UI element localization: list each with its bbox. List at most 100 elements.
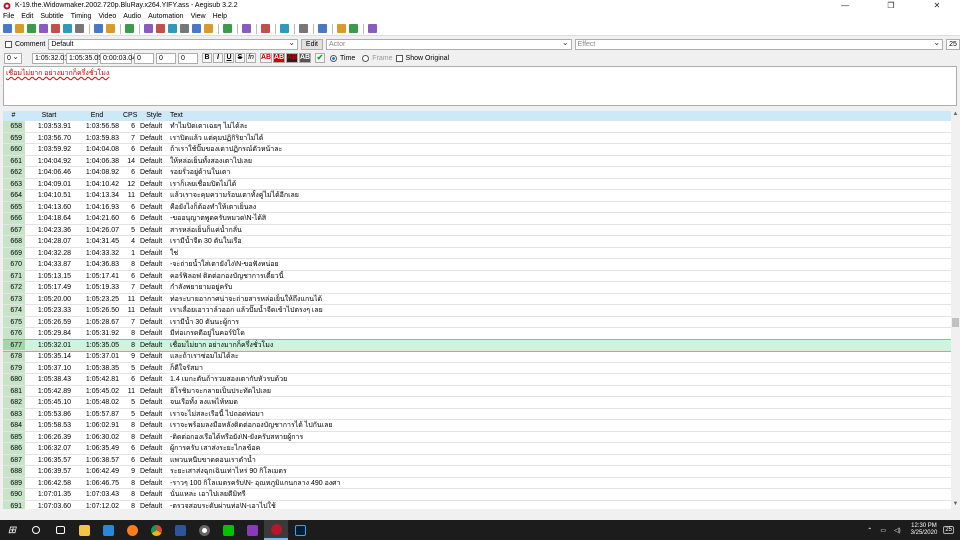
scroll-up-arrow-icon[interactable]: ▲ xyxy=(951,111,960,119)
resample-icon[interactable] xyxy=(180,24,189,33)
italic-button[interactable]: I xyxy=(213,53,223,63)
volume-icon[interactable]: ◁) xyxy=(894,527,901,534)
actor-combobox[interactable]: Actor xyxy=(325,38,572,50)
table-row[interactable]: 687 1:06:35.57 1:06:38.57 6 Default แพวนหนีบข… xyxy=(3,454,951,466)
timing-postprocessor-icon[interactable] xyxy=(192,24,201,33)
primary-color-button[interactable]: AB xyxy=(260,53,272,63)
duration-field[interactable]: 0:00:03.04 xyxy=(100,52,136,64)
find-icon[interactable] xyxy=(94,24,103,33)
line-icon[interactable] xyxy=(216,520,240,540)
save-file-icon[interactable] xyxy=(27,24,36,33)
table-row[interactable]: 663 1:04:09.01 1:04:10.42 12 Default เราก็เลย… xyxy=(3,178,951,190)
jump-to-icon[interactable] xyxy=(125,24,134,33)
start-time-field[interactable]: 1:05:32.01 xyxy=(32,52,68,64)
table-row[interactable]: 662 1:04:06.46 1:04:08.92 6 Default รอยรั่วอย… xyxy=(3,167,951,179)
minimize-button[interactable]: — xyxy=(822,0,868,11)
table-row[interactable]: 678 1:05:35.14 1:05:37.01 9 Default และถ้าเรา… xyxy=(3,351,951,363)
mail-icon[interactable] xyxy=(96,520,120,540)
tray-chevron-icon[interactable]: ⌃ xyxy=(867,527,872,534)
menu-edit[interactable]: Edit xyxy=(21,13,33,20)
attachments-icon[interactable] xyxy=(63,24,72,33)
find-replace-icon[interactable] xyxy=(106,24,115,33)
save-as-icon[interactable] xyxy=(39,24,48,33)
table-row[interactable]: 680 1:05:38.43 1:05:42.81 6 Default 1.4 เมกะต… xyxy=(3,374,951,386)
options-icon[interactable] xyxy=(368,24,377,33)
table-row[interactable]: 684 1:05:58.53 1:06:02.91 8 Default เราจะพร้อ… xyxy=(3,420,951,432)
task-view-icon[interactable] xyxy=(48,520,72,540)
table-row[interactable]: 685 1:06:26.39 1:06:30.02 8 Default -ติดต่อกอ… xyxy=(3,431,951,443)
table-row[interactable]: 666 1:04:18.64 1:04:21.60 6 Default -ขออนุญาต… xyxy=(3,213,951,225)
search-icon[interactable] xyxy=(24,520,48,540)
table-row[interactable]: 660 1:03:59.92 1:04:04.08 6 Default ถ้าเราใช้… xyxy=(3,144,951,156)
styling-assistant-icon[interactable] xyxy=(156,24,165,33)
spell-check-icon[interactable] xyxy=(242,24,251,33)
fonts-icon[interactable] xyxy=(261,24,270,33)
table-row[interactable]: 661 1:04:04.92 1:04:06.38 14 Default ให้หล่อเ… xyxy=(3,155,951,167)
table-row[interactable]: 674 1:05:23.33 1:05:26.50 11 Default เราเลื่อ… xyxy=(3,305,951,317)
outline-color-button[interactable]: AB xyxy=(286,53,298,63)
vpn-icon[interactable] xyxy=(240,520,264,540)
frame-radio[interactable] xyxy=(362,54,370,62)
maximize-button[interactable]: ❐ xyxy=(868,0,914,11)
properties-icon[interactable] xyxy=(51,24,60,33)
table-row[interactable]: 677 1:05:32.01 1:05:35.05 8 Default เชื่อมไม่… xyxy=(3,338,951,352)
shadow-color-button[interactable]: AB xyxy=(299,53,311,63)
table-row[interactable]: 670 1:04:33.87 1:04:36.83 8 Default -จะถ่ายน้… xyxy=(3,259,951,271)
automation-icon[interactable] xyxy=(337,24,346,33)
table-row[interactable]: 688 1:06:39.57 1:06:42.49 9 Default ระยะเสาส่… xyxy=(3,466,951,478)
menu-view[interactable]: View xyxy=(191,13,206,20)
network-icon[interactable]: ▭ xyxy=(880,527,886,534)
close-button[interactable]: ✕ xyxy=(914,0,960,11)
keyframes-icon[interactable] xyxy=(318,24,327,33)
end-time-field[interactable]: 1:05:35.05 xyxy=(66,52,102,64)
menu-file[interactable]: File xyxy=(3,13,14,20)
chrome-icon-2[interactable] xyxy=(192,520,216,540)
layer-spinner[interactable]: 0 xyxy=(4,52,22,64)
aegisub-icon[interactable] xyxy=(264,520,288,540)
table-row[interactable]: 672 1:05:17.49 1:05:19.33 7 Default กำลังพยาย… xyxy=(3,282,951,294)
fonts-collector-icon[interactable] xyxy=(75,24,84,33)
table-row[interactable]: 668 1:04:28.07 1:04:31.45 4 Default เรามีน้ำจ… xyxy=(3,236,951,248)
table-row[interactable]: 681 1:05:42.89 1:05:45.02 11 Default ฮิโรชิมา… xyxy=(3,385,951,397)
table-row[interactable]: 659 1:03:56.70 1:03:59.83 7 Default เราปิดแล้… xyxy=(3,132,951,144)
time-radio[interactable] xyxy=(330,54,337,62)
clock[interactable]: 12:30 PM 3/25/2020 xyxy=(911,523,938,537)
chrome-icon[interactable] xyxy=(144,520,168,540)
details-icon[interactable] xyxy=(299,24,308,33)
translation-assistant-icon[interactable] xyxy=(168,24,177,33)
paste-over-icon[interactable] xyxy=(223,24,232,33)
table-row[interactable]: 664 1:04:10.51 1:04:13.34 11 Default แล้วเราจ… xyxy=(3,190,951,202)
table-row[interactable]: 665 1:04:13.60 1:04:16.93 6 Default คือยังไงก… xyxy=(3,201,951,213)
margin-vertical-field[interactable]: 0 xyxy=(178,52,198,64)
effect-combobox[interactable]: Effect xyxy=(574,38,944,50)
scroll-down-arrow-icon[interactable]: ▼ xyxy=(951,501,960,509)
subtitle-grid[interactable]: # Start End CPS Style Text 658 1:03:53.91… xyxy=(3,111,951,509)
margin-right-field[interactable]: 0 xyxy=(156,52,176,64)
underline-button[interactable]: U xyxy=(224,53,234,63)
firefox-icon[interactable] xyxy=(120,520,144,540)
video-icon[interactable] xyxy=(280,24,289,33)
margin-left-field[interactable]: 0 xyxy=(134,52,154,64)
edit-style-button[interactable]: Edit xyxy=(300,38,323,50)
secondary-color-button[interactable]: AB xyxy=(273,53,285,63)
bold-button[interactable]: B xyxy=(202,53,212,63)
table-row[interactable]: 690 1:07:01.35 1:07:03.43 8 Default นั่นแหละ … xyxy=(3,489,951,501)
table-row[interactable]: 669 1:04:32.28 1:04:33.32 1 Default ใช่ xyxy=(3,247,951,259)
table-row[interactable]: 671 1:05:13.15 1:05:17.41 6 Default คอร์ฟิลอฟ… xyxy=(3,270,951,282)
subtitle-text-editor[interactable]: เชื่อมไม่ยาก อย่างมากก็ครึ่งชั่วโมง xyxy=(3,66,957,106)
photoshop-icon[interactable] xyxy=(288,520,312,540)
style-dropdown[interactable]: Default xyxy=(48,38,298,50)
start-icon[interactable]: ⊞ xyxy=(0,520,24,540)
menu-video[interactable]: Video xyxy=(98,13,116,20)
strikeout-button[interactable]: S xyxy=(235,53,245,63)
notification-badge[interactable]: 25 xyxy=(943,526,954,534)
file-explorer-icon[interactable] xyxy=(72,520,96,540)
table-row[interactable]: 686 1:06:32.07 1:06:35.49 6 Default ผู้การครั… xyxy=(3,443,951,455)
table-row[interactable]: 689 1:06:42.58 1:06:46.75 8 Default -ราวๆ 100… xyxy=(3,477,951,489)
menu-audio[interactable]: Audio xyxy=(123,13,141,20)
scrollbar-thumb[interactable] xyxy=(952,318,959,327)
table-row[interactable]: 682 1:05:45.10 1:05:48.02 5 Default จนเรือทั้… xyxy=(3,397,951,409)
styles-manager-icon[interactable] xyxy=(144,24,153,33)
grid-scrollbar[interactable]: ▲ ▼ xyxy=(951,111,960,509)
menu-subtitle[interactable]: Subtitle xyxy=(40,13,63,20)
